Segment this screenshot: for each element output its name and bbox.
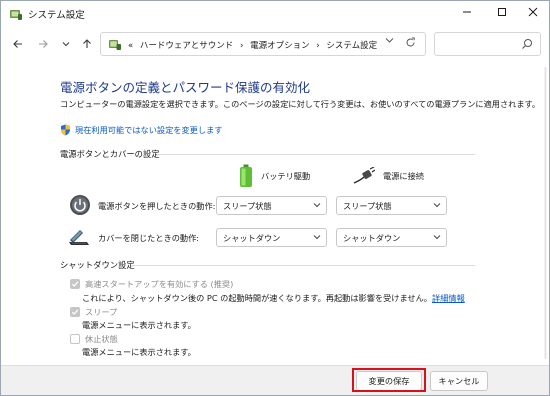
hibernate-label: 休止状態: [85, 334, 118, 344]
plugged-in-column-header: 電源に接続: [353, 163, 424, 189]
chevron-down-icon: [433, 203, 441, 208]
hibernate-option[interactable]: 休止状態: [70, 333, 118, 345]
laptop-lid-icon: [69, 230, 89, 245]
battery-icon: [240, 164, 252, 187]
select-value: シャットダウン: [223, 233, 281, 243]
breadcrumb-separator: ›: [316, 41, 320, 51]
window-title: システム設定: [28, 10, 85, 21]
breadcrumb-item[interactable]: 電源オプション: [250, 41, 310, 51]
uac-shield-icon: [61, 124, 70, 136]
page-description: コンピューターの電源設定を選択できます。このページの設定に対して行う変更は、お使…: [60, 99, 541, 109]
sleep-option[interactable]: スリープ: [70, 306, 117, 318]
lid-close-plugged-select[interactable]: シャットダウン: [336, 228, 447, 247]
title-bar: システム設定: [1, 1, 549, 27]
hibernate-checkbox[interactable]: [70, 334, 80, 344]
fast-startup-label: 高速スタートアップを有効にする (推奨): [85, 279, 234, 289]
forward-button[interactable]: [34, 35, 52, 53]
fast-startup-description-text: これにより、シャットダウン後の PC の起動時間が速くなります。再起動は影響を受…: [82, 293, 432, 303]
navigation-bar: « ハードウェアとサウンド › 電源オプション › システム設定: [1, 27, 549, 63]
power-section-label: 電源ボタンとカバーの設定: [60, 149, 160, 159]
chevron-down-icon: [62, 42, 70, 47]
lid-close-action-label: カバーを閉じたときの動作:: [98, 233, 200, 243]
maximize-button[interactable]: [486, 1, 518, 23]
lid-close-battery-select[interactable]: シャットダウン: [216, 228, 327, 247]
arrow-left-icon: [13, 40, 22, 48]
up-button[interactable]: [78, 35, 96, 53]
minimize-button[interactable]: [451, 1, 483, 23]
minimize-icon: [463, 11, 471, 13]
sleep-checkbox[interactable]: [70, 307, 80, 317]
breadcrumb-item[interactable]: ハードウェアとサウンド: [140, 41, 233, 51]
shutdown-section-label: シャットダウン設定: [60, 260, 135, 270]
power-button-plugged-select[interactable]: スリープ状態: [336, 196, 447, 215]
checkmark-icon: [71, 281, 79, 287]
maximize-icon: [498, 8, 506, 16]
shutdown-section-divider: [131, 265, 475, 266]
back-button[interactable]: [9, 35, 27, 53]
breadcrumb-separator: ›: [239, 41, 244, 51]
select-value: シャットダウン: [343, 233, 401, 243]
chevron-down-icon: [313, 203, 321, 208]
recent-locations-button[interactable]: [57, 35, 75, 53]
refresh-button[interactable]: [405, 37, 416, 51]
battery-column-label: バッテリ駆動: [261, 171, 311, 181]
change-unavailable-settings-link[interactable]: 現在利用可能ではない設定を変更します: [60, 123, 222, 137]
sleep-description: 電源メニューに表示されます。: [82, 320, 196, 330]
plugged-in-column-label: 電源に接続: [383, 171, 424, 181]
refresh-icon: [406, 37, 415, 47]
power-button-action-label: 電源ボタンを押したときの動作:: [98, 201, 216, 211]
breadcrumb-item[interactable]: システム設定: [326, 41, 377, 51]
power-plug-icon: [353, 167, 375, 184]
save-button-highlight: [352, 368, 426, 392]
change-unavailable-settings-label: 現在利用可能ではない設定を変更します: [75, 125, 223, 135]
search-input[interactable]: [434, 32, 541, 56]
sleep-label: スリープ: [85, 307, 118, 317]
hibernate-description: 電源メニューに表示されます。: [82, 347, 196, 357]
address-bar[interactable]: « ハードウェアとサウンド › 電源オプション › システム設定: [100, 32, 426, 56]
breadcrumb-overflow[interactable]: «: [128, 41, 133, 51]
cancel-button[interactable]: キャンセル: [430, 371, 488, 391]
battery-column-header: バッテリ駆動: [239, 163, 310, 189]
power-options-app-icon: [10, 10, 22, 20]
system-settings-window: システム設定 « ハードウェアとサウンド › 電源オプション › システム設定 …: [0, 0, 550, 396]
power-section-divider: [157, 154, 475, 155]
chevron-down-icon: [385, 38, 394, 43]
page-title: 電源ボタンの定義とパスワード保護の有効化: [60, 80, 311, 95]
close-icon: [528, 7, 538, 17]
select-value: スリープ状態: [223, 201, 272, 211]
fast-startup-description: これにより、シャットダウン後の PC の起動時間が速くなります。再起動は影響を受…: [82, 292, 465, 304]
scrollbar[interactable]: [544, 63, 547, 363]
checkmark-icon: [71, 309, 79, 315]
select-value: スリープ状態: [343, 201, 392, 211]
address-dropdown-button[interactable]: [385, 37, 394, 47]
power-options-icon: [109, 40, 121, 50]
main-content: 電源ボタンの定義とパスワード保護の有効化 コンピューターの電源設定を選択できます…: [1, 63, 549, 365]
power-button-battery-select[interactable]: スリープ状態: [216, 196, 327, 215]
more-info-link[interactable]: 詳細情報: [432, 293, 465, 303]
power-button-icon: [70, 195, 90, 215]
chevron-down-icon: [313, 235, 321, 240]
arrow-up-icon: [83, 39, 91, 48]
breadcrumb: « ハードウェアとサウンド › 電源オプション › システム設定: [128, 39, 377, 51]
search-icon: [522, 39, 532, 49]
footer-bar: 変更の保存 キャンセル: [1, 365, 549, 395]
close-button[interactable]: [517, 1, 549, 23]
fast-startup-option[interactable]: 高速スタートアップを有効にする (推奨): [70, 278, 233, 290]
arrow-right-icon: [39, 40, 48, 48]
fast-startup-checkbox[interactable]: [70, 279, 80, 289]
chevron-down-icon: [433, 235, 441, 240]
